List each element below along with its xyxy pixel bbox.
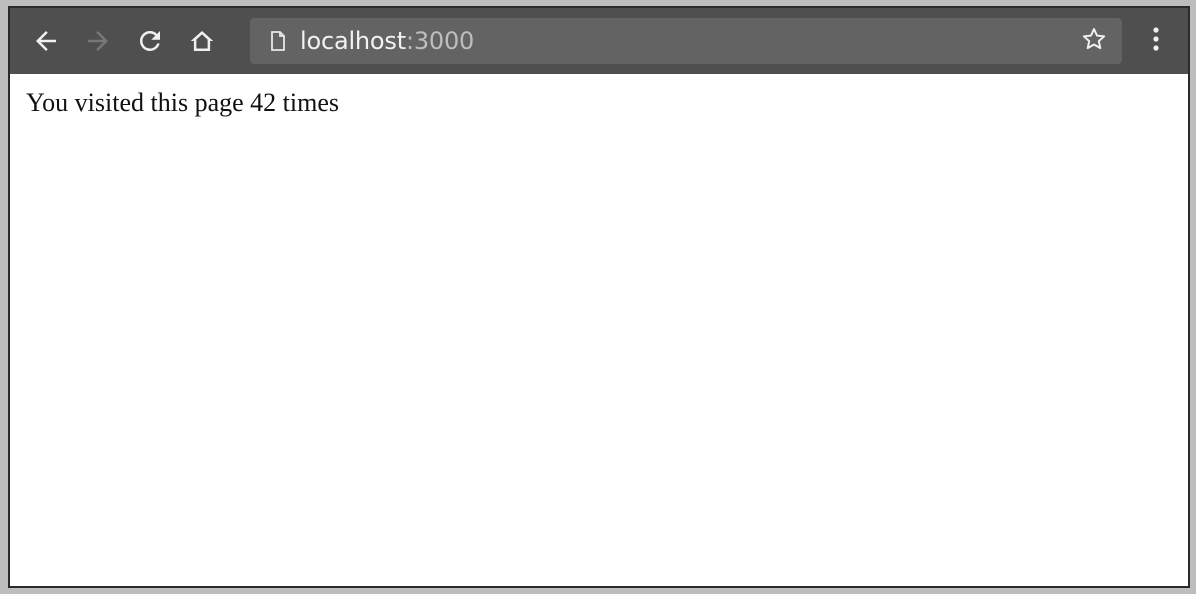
bookmark-star-button[interactable] (1076, 23, 1112, 59)
home-icon (187, 26, 217, 56)
url-host: localhost (300, 27, 406, 55)
address-bar[interactable]: localhost:3000 (250, 18, 1122, 64)
browser-window: localhost:3000 You visited this page 42 … (8, 6, 1190, 588)
forward-arrow-icon (83, 26, 113, 56)
forward-button[interactable] (78, 21, 118, 61)
reload-button[interactable] (130, 21, 170, 61)
url-port: :3000 (405, 27, 475, 55)
screenshot-frame: localhost:3000 You visited this page 42 … (0, 0, 1196, 594)
visit-count-message: You visited this page 42 times (26, 88, 339, 117)
page-icon (266, 29, 290, 53)
home-button[interactable] (182, 21, 222, 61)
kebab-menu-icon (1152, 25, 1160, 58)
browser-menu-button[interactable] (1138, 21, 1174, 61)
back-arrow-icon (31, 26, 61, 56)
url-text: localhost:3000 (300, 27, 474, 55)
back-button[interactable] (26, 21, 66, 61)
star-icon (1080, 25, 1108, 58)
page-content: You visited this page 42 times (10, 74, 1188, 586)
reload-icon (135, 26, 165, 56)
browser-toolbar: localhost:3000 (10, 8, 1188, 74)
